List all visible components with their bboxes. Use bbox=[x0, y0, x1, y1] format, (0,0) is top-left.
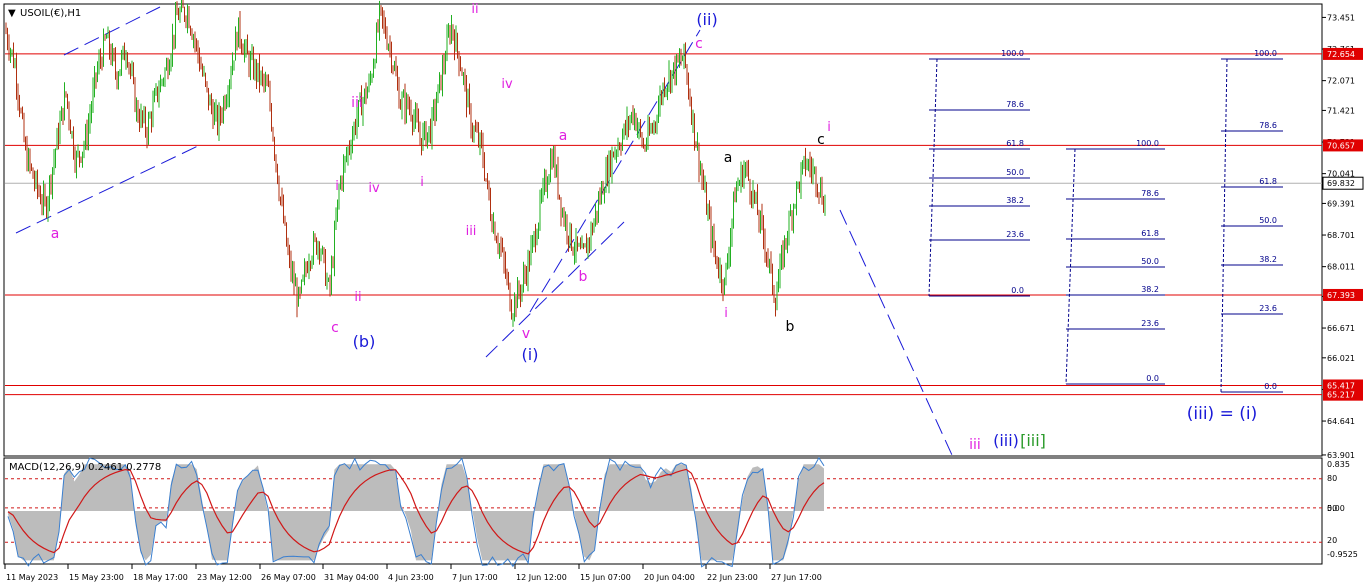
fib-label: 100.0 bbox=[1001, 49, 1024, 58]
wave-label: c bbox=[695, 36, 703, 52]
fib-label: 0.0 bbox=[1264, 382, 1277, 391]
x-tick-label: 26 May 07:00 bbox=[261, 573, 316, 582]
fib-label: 23.6 bbox=[1259, 304, 1277, 313]
y-tick-label: 72.071 bbox=[1327, 77, 1355, 86]
menu-toggle-icon[interactable]: ▼ bbox=[8, 8, 16, 19]
x-tick-label: 11 May 2023 bbox=[6, 573, 58, 582]
wave-label: (iii) bbox=[993, 431, 1019, 450]
wave-label: iii bbox=[351, 95, 363, 111]
price-tag-label: 69.832 bbox=[1327, 179, 1355, 188]
wave-label: (iii) = (i) bbox=[1187, 404, 1257, 424]
x-tick-label: 31 May 04:00 bbox=[324, 573, 379, 582]
wave-label: iv bbox=[501, 77, 513, 92]
wave-label: c bbox=[331, 320, 339, 336]
fib-label: 23.6 bbox=[1006, 230, 1024, 239]
macd-axis-label: -0.9525 bbox=[1327, 550, 1358, 559]
y-tick-label: 68.701 bbox=[1327, 231, 1355, 240]
fib-label: 61.8 bbox=[1259, 177, 1277, 186]
x-tick-label: 4 Jun 23:00 bbox=[388, 573, 434, 582]
macd-label: MACD(12,26,9) 0.2461 0.2778 bbox=[9, 462, 161, 473]
fib-label: 38.2 bbox=[1006, 196, 1024, 205]
fib-label: 50.0 bbox=[1141, 257, 1159, 266]
fib-label: 78.6 bbox=[1006, 100, 1024, 109]
y-tick-label: 66.021 bbox=[1327, 354, 1355, 363]
x-tick-label: 18 May 17:00 bbox=[133, 573, 188, 582]
wave-label: v bbox=[522, 326, 530, 342]
price-tag-label: 72.654 bbox=[1327, 50, 1355, 59]
x-tick-label: 12 Jun 12:00 bbox=[516, 573, 567, 582]
fib-label: 38.2 bbox=[1259, 255, 1277, 264]
x-tick-label: 22 Jun 23:00 bbox=[707, 573, 758, 582]
wave-label: [iii] bbox=[1020, 431, 1046, 450]
wave-label: iv bbox=[368, 181, 380, 196]
x-tick-label: 7 Jun 17:00 bbox=[452, 573, 498, 582]
x-tick-label: 23 May 12:00 bbox=[197, 573, 252, 582]
wave-label: i bbox=[827, 120, 831, 135]
fib-label: 78.6 bbox=[1141, 189, 1159, 198]
macd-axis-label: 50 bbox=[1327, 504, 1337, 513]
wave-label: a bbox=[724, 150, 733, 166]
price-chart[interactable]: 100.0 78.6 61.8 50.0 38.2 23.6 0.0 100.0 78.6 61.… bbox=[0, 0, 1366, 588]
x-tick-label: 20 Jun 04:00 bbox=[644, 573, 695, 582]
wave-label: a bbox=[51, 226, 60, 242]
wave-label: i bbox=[335, 179, 339, 194]
wave-label: (b) bbox=[353, 332, 376, 351]
fib-label: 0.0 bbox=[1011, 286, 1024, 295]
price-tag-label: 70.657 bbox=[1327, 141, 1355, 150]
price-tag-label: 67.393 bbox=[1327, 291, 1355, 300]
price-tag-label: 65.217 bbox=[1327, 391, 1355, 400]
macd-axis-label: 20 bbox=[1327, 536, 1337, 545]
fib-label: 100.0 bbox=[1254, 49, 1277, 58]
wave-label: (i) bbox=[522, 345, 539, 364]
wave-label: i bbox=[724, 306, 728, 321]
fib-label: 50.0 bbox=[1259, 216, 1277, 225]
fib-label: 50.0 bbox=[1006, 168, 1024, 177]
y-tick-label: 68.011 bbox=[1327, 263, 1355, 272]
symbol-label: USOIL(€),H1 bbox=[20, 8, 81, 19]
wave-label: iii bbox=[466, 224, 477, 239]
fib-label: 100.0 bbox=[1136, 139, 1159, 148]
wave-label: ii bbox=[354, 290, 361, 305]
wave-label: b bbox=[786, 319, 795, 335]
y-tick-label: 66.671 bbox=[1327, 324, 1355, 333]
x-tick-label: 15 May 23:00 bbox=[69, 573, 124, 582]
wave-label: b bbox=[579, 269, 588, 285]
wave-label: (ii) bbox=[696, 10, 717, 29]
wave-label: iii bbox=[969, 437, 981, 453]
wave-label: i bbox=[420, 175, 424, 190]
y-tick-label: 73.451 bbox=[1327, 13, 1355, 22]
y-tick-label: 71.421 bbox=[1327, 106, 1355, 115]
wave-label: c bbox=[817, 132, 825, 148]
wave-label: ii bbox=[471, 2, 478, 17]
wave-label: a bbox=[559, 128, 568, 144]
x-tick-label: 15 Jun 07:00 bbox=[580, 573, 631, 582]
x-tick-label: 27 Jun 17:00 bbox=[771, 573, 822, 582]
y-tick-label: 64.641 bbox=[1327, 417, 1355, 426]
fib-label: 61.8 bbox=[1141, 229, 1159, 238]
fib-label: 38.2 bbox=[1141, 285, 1159, 294]
fib-label: 78.6 bbox=[1259, 121, 1277, 130]
fib-label: 61.8 bbox=[1006, 139, 1024, 148]
fib-label: 23.6 bbox=[1141, 319, 1159, 328]
fib-label: 0.0 bbox=[1146, 374, 1159, 383]
y-tick-label: 69.391 bbox=[1327, 199, 1355, 208]
macd-axis-label: 80 bbox=[1327, 474, 1337, 483]
macd-axis-label: 0.835 bbox=[1327, 460, 1350, 469]
y-tick-label: 63.901 bbox=[1327, 451, 1355, 460]
